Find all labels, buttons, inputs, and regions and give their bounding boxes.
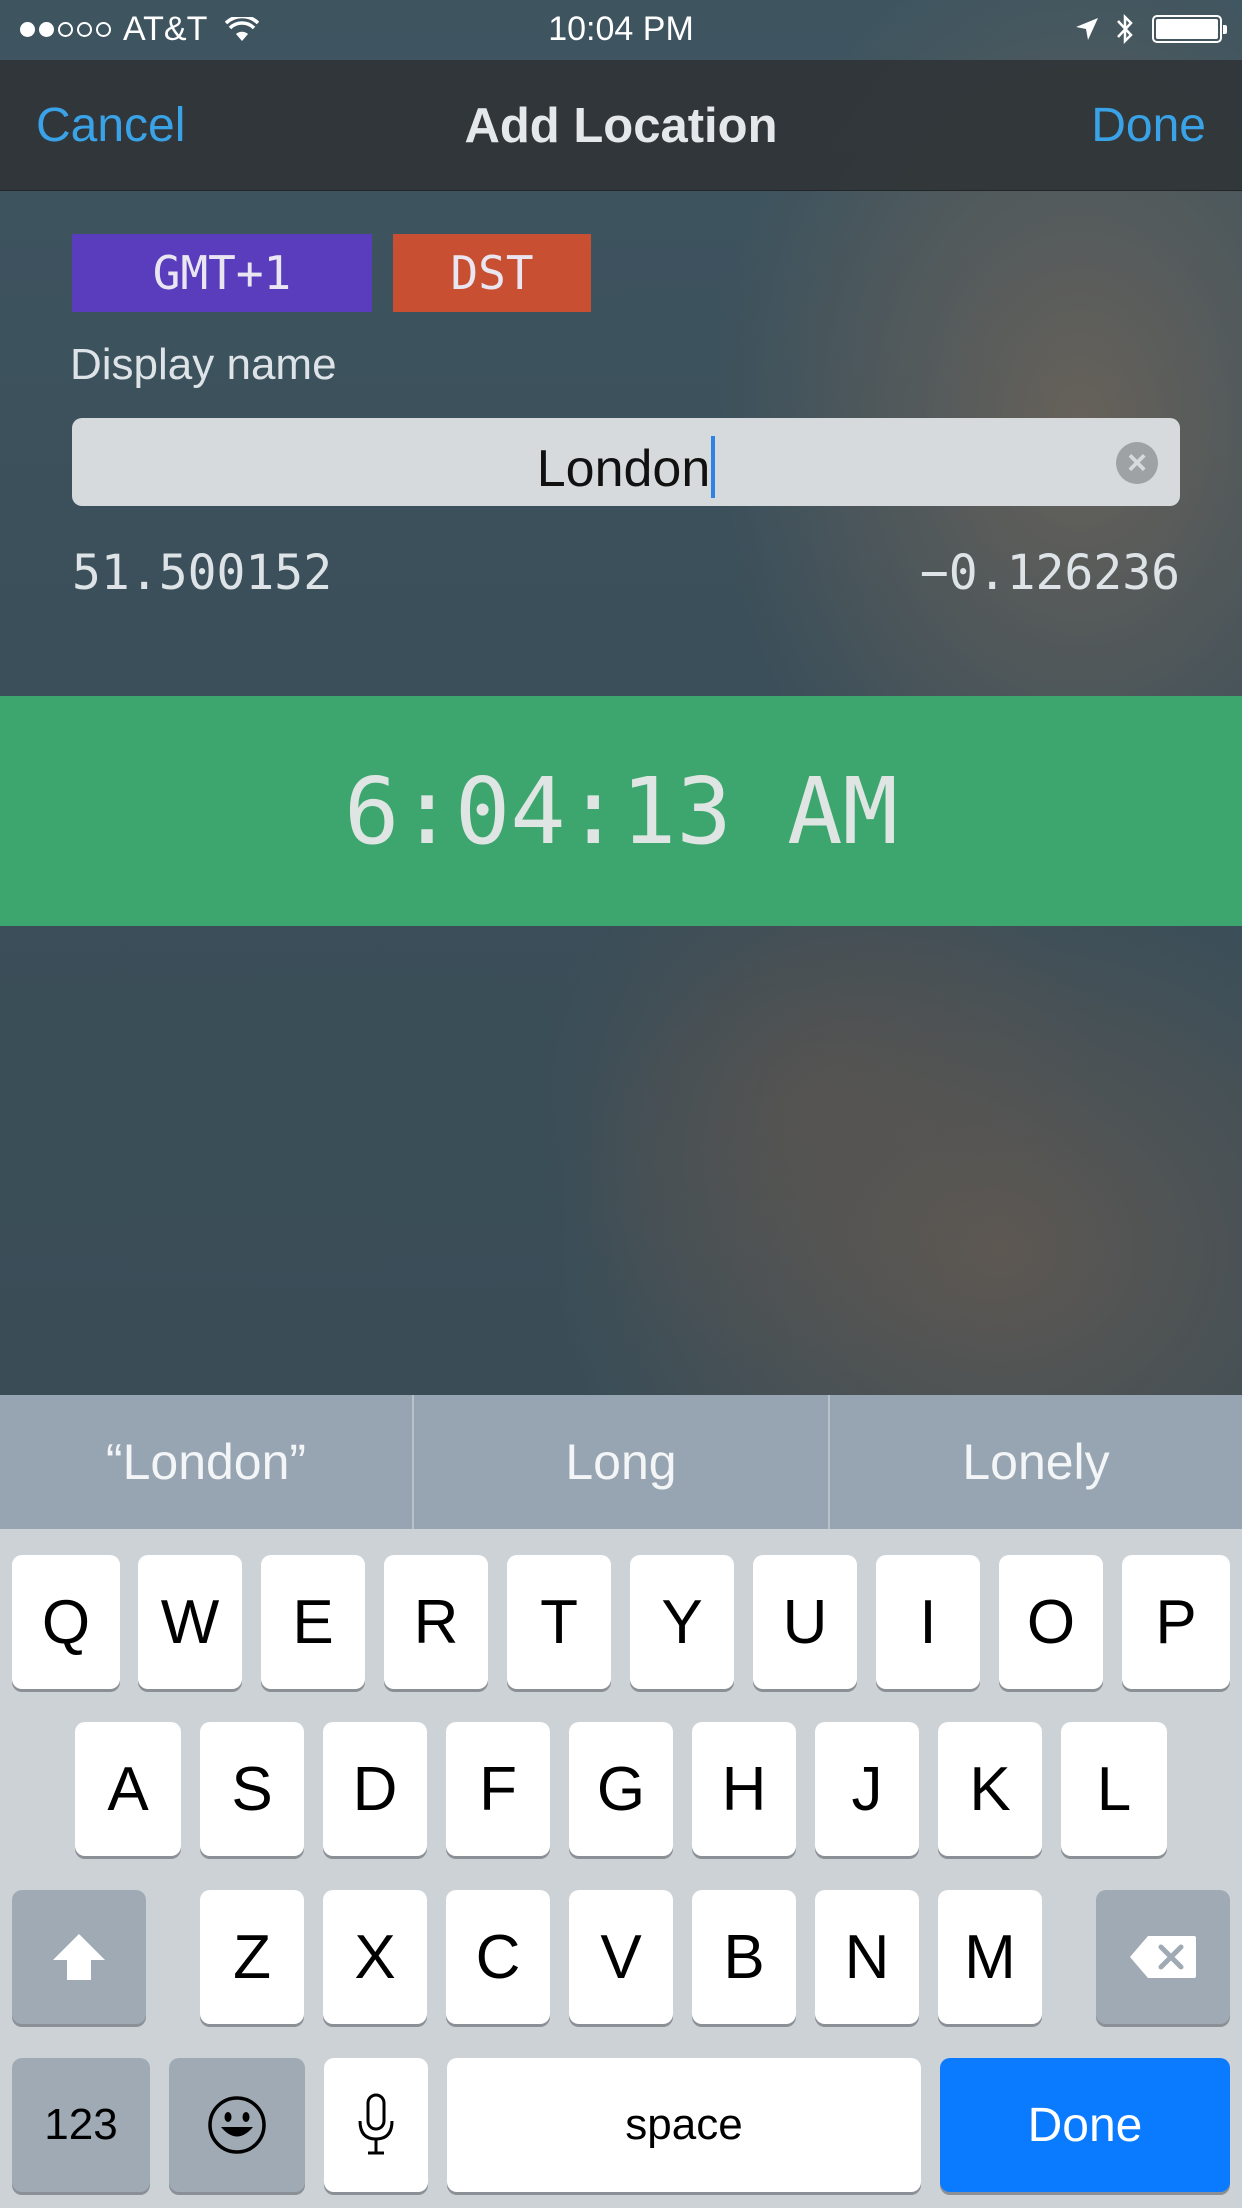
key-b[interactable]: B	[692, 1890, 796, 2024]
key-e[interactable]: E	[261, 1555, 365, 1689]
clear-text-icon[interactable]: ×	[1116, 442, 1158, 484]
keyboard: “London” Long Lonely Q W E R T Y U I O P…	[0, 1395, 1242, 2208]
page-title: Add Location	[464, 99, 778, 153]
status-bar: AT&T 10:04 PM	[0, 0, 1242, 60]
key-v[interactable]: V	[569, 1890, 673, 2024]
display-name-value-wrapper: London	[72, 436, 1180, 499]
latitude-value: 51.500152	[72, 545, 333, 601]
key-i[interactable]: I	[876, 1555, 980, 1689]
local-time-banner: 6:04:13 AM	[0, 696, 1242, 926]
delete-key[interactable]	[1096, 1890, 1230, 2024]
display-name-field[interactable]: London ×	[72, 418, 1180, 506]
microphone-icon	[358, 2093, 394, 2155]
key-s[interactable]: S	[200, 1722, 304, 1856]
display-name-label: Display name	[70, 340, 337, 389]
key-y[interactable]: Y	[630, 1555, 734, 1689]
keyboard-done-key[interactable]: Done	[940, 2058, 1230, 2192]
longitude-value: −0.126236	[919, 545, 1180, 601]
key-o[interactable]: O	[999, 1555, 1103, 1689]
display-name-value: London	[536, 440, 711, 498]
suggestion-item[interactable]: Lonely	[830, 1395, 1242, 1529]
local-time: 6:04:13 AM	[344, 758, 898, 865]
key-r[interactable]: R	[384, 1555, 488, 1689]
key-k[interactable]: K	[938, 1722, 1042, 1856]
location-arrow-icon	[1076, 18, 1098, 40]
key-h[interactable]: H	[692, 1722, 796, 1856]
key-w[interactable]: W	[138, 1555, 242, 1689]
battery-cap	[1223, 25, 1227, 34]
suggestion-item[interactable]: Long	[414, 1395, 828, 1529]
dst-badge: DST	[393, 234, 591, 312]
space-key[interactable]: space	[447, 2058, 921, 2192]
status-right	[1074, 12, 1227, 46]
key-q[interactable]: Q	[12, 1555, 120, 1689]
emoji-key[interactable]	[169, 2058, 305, 2192]
battery-icon	[1152, 15, 1227, 43]
status-time: 10:04 PM	[548, 10, 694, 48]
suggestion-bar: “London” Long Lonely	[0, 1395, 1242, 1529]
shift-arrow-icon	[53, 1934, 105, 1980]
timezone-badge: GMT+1	[72, 234, 372, 312]
navigation-bar: Cancel Add Location Done	[0, 60, 1242, 191]
bluetooth-icon	[1117, 13, 1133, 45]
backspace-icon	[1130, 1936, 1196, 1978]
shift-key[interactable]	[12, 1890, 146, 2024]
key-f[interactable]: F	[446, 1722, 550, 1856]
key-x[interactable]: X	[323, 1890, 427, 2024]
key-u[interactable]: U	[753, 1555, 857, 1689]
key-j[interactable]: J	[815, 1722, 919, 1856]
key-p[interactable]: P	[1122, 1555, 1230, 1689]
text-cursor	[711, 436, 716, 498]
key-l[interactable]: L	[1061, 1722, 1167, 1856]
key-n[interactable]: N	[815, 1890, 919, 2024]
key-t[interactable]: T	[507, 1555, 611, 1689]
battery-level	[1156, 19, 1218, 39]
key-g[interactable]: G	[569, 1722, 673, 1856]
key-z[interactable]: Z	[200, 1890, 304, 2024]
key-d[interactable]: D	[323, 1722, 427, 1856]
emoji-icon	[208, 2096, 266, 2154]
key-c[interactable]: C	[446, 1890, 550, 2024]
suggestion-item[interactable]: “London”	[0, 1395, 412, 1529]
done-button[interactable]: Done	[1091, 98, 1206, 153]
key-a[interactable]: A	[75, 1722, 181, 1856]
numbers-key[interactable]: 123	[12, 2058, 150, 2192]
key-m[interactable]: M	[938, 1890, 1042, 2024]
dictation-key[interactable]	[324, 2058, 428, 2192]
